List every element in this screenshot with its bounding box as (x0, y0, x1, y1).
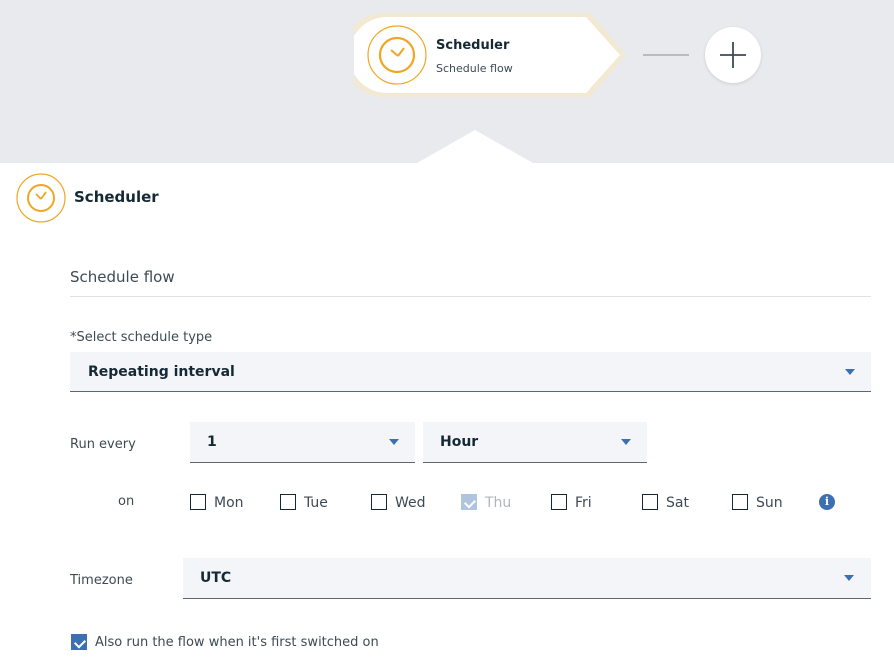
interval-unit-select[interactable]: Hour (423, 422, 647, 463)
flow-node-subtitle: Schedule flow (436, 62, 513, 75)
day-label: Wed (395, 495, 426, 511)
checkbox[interactable] (280, 494, 296, 510)
timezone-label: Timezone (70, 573, 133, 588)
interval-unit-value: Hour (440, 434, 479, 450)
timezone-value: UTC (200, 570, 232, 586)
clock-icon (367, 25, 427, 85)
chevron-down-icon (389, 439, 399, 445)
chevron-down-icon (844, 575, 854, 581)
first-run-label: Also run the flow when it's first switch… (95, 635, 379, 650)
checkmark-icon (463, 496, 477, 509)
schedule-type-select[interactable]: Repeating interval (70, 352, 871, 392)
interval-select[interactable]: 1 (190, 422, 415, 463)
plus-icon (720, 42, 746, 68)
clock-icon (16, 173, 66, 223)
info-icon[interactable]: i (819, 494, 835, 510)
schedule-type-value: Repeating interval (88, 363, 235, 380)
day-label: Sun (756, 495, 783, 511)
days-label: on (118, 494, 135, 509)
flow-node-scheduler[interactable]: Scheduler Schedule flow (354, 11, 630, 99)
panel-pointer (417, 130, 533, 163)
chevron-down-icon (845, 368, 855, 375)
checkbox-checked[interactable] (71, 634, 87, 650)
checkbox[interactable] (551, 494, 567, 510)
day-label: Sat (666, 495, 689, 511)
timezone-select[interactable]: UTC (183, 558, 871, 599)
schedule-type-label: *Select schedule type (70, 330, 213, 345)
chevron-down-icon (621, 439, 631, 445)
day-label: Thu (485, 495, 512, 511)
add-node-button[interactable] (705, 27, 761, 83)
day-label: Mon (214, 495, 244, 511)
checkbox[interactable] (190, 494, 206, 510)
checkbox[interactable] (732, 494, 748, 510)
checkmark-icon (73, 636, 87, 649)
flow-name-input[interactable]: Schedule flow (70, 268, 871, 297)
flow-node-title: Scheduler (436, 38, 510, 53)
run-every-label: Run every (70, 437, 136, 452)
day-label: Fri (575, 495, 592, 511)
panel-title: Scheduler (74, 188, 159, 206)
day-label: Tue (304, 495, 328, 511)
checkbox[interactable] (371, 494, 387, 510)
interval-value: 1 (207, 434, 217, 450)
flow-connector (643, 54, 689, 56)
checkbox[interactable] (642, 494, 658, 510)
checkbox-disabled (461, 494, 477, 510)
